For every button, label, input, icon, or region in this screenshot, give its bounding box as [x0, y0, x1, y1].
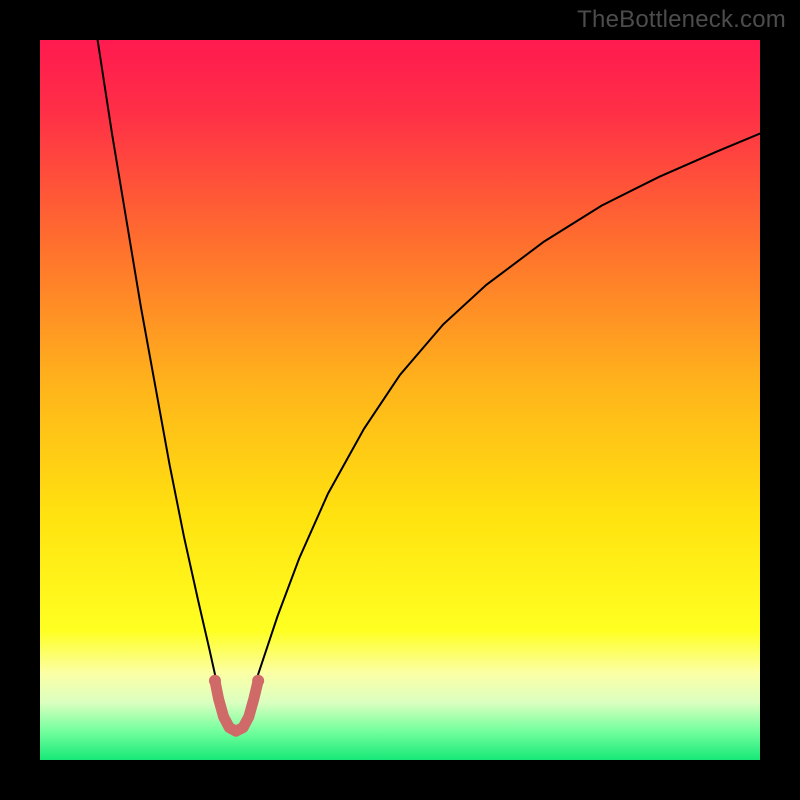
marker-dot	[209, 675, 221, 687]
chart-background	[40, 40, 760, 760]
watermark-text: TheBottleneck.com	[577, 6, 786, 34]
chart-plot	[40, 40, 760, 760]
chart-frame: TheBottleneck.com	[0, 0, 800, 800]
marker-dot	[252, 675, 264, 687]
